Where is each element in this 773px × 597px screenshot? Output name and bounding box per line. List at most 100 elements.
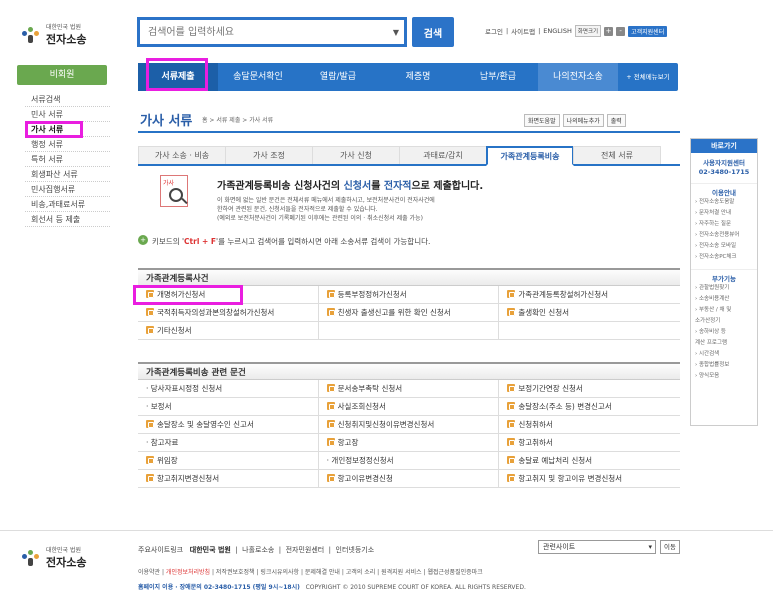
customer-center-link[interactable]: 고객지원센터 — [628, 25, 668, 37]
document-label: · 당사자표시정정 신청서 — [146, 384, 223, 393]
info-text: 이 화면에 없는 일반 문건은 전체서류 메뉴에서 제출하시고, 보전처분사건이… — [217, 197, 435, 204]
left-nav-item[interactable]: 민사 서류 — [25, 107, 110, 122]
quick-link[interactable]: › 송하비상 등 — [691, 327, 757, 338]
document-link[interactable]: 국적취득자의성과본의창설허가신청서 — [138, 304, 319, 322]
chevron-down-icon[interactable]: ▼ — [388, 28, 404, 37]
zoom-in-button[interactable]: + — [604, 26, 614, 36]
quick-link[interactable]: › 자주하는 질문 — [691, 219, 757, 230]
related-sites-select[interactable]: 관련사이트 ▾ — [538, 540, 656, 554]
left-nav-item[interactable]: 회생파산 서류 — [25, 167, 110, 182]
document-link[interactable]: 출생확인 신청서 — [499, 304, 680, 322]
footer-link[interactable]: 나홀로소송 — [242, 546, 274, 554]
menu-item-document-submit[interactable]: 서류제출 — [138, 63, 218, 91]
tab-family-mediation[interactable]: 가사 조정 — [225, 146, 313, 164]
footer-divider — [0, 530, 773, 531]
sitemap-link[interactable]: 사이트맵 — [511, 26, 535, 36]
document-label: 송달장소(주소 등) 변경신고서 — [518, 402, 612, 411]
left-nav-item[interactable]: 비송,과태료서류 — [25, 197, 110, 212]
left-nav-item[interactable]: 민사집행서류 — [25, 182, 110, 197]
footer-link[interactable]: 전자민원센터 — [286, 546, 325, 554]
quick-link[interactable]: › 관할법원찾기 — [691, 283, 757, 294]
tab-family-litigation[interactable]: 가사 소송 · 비송 — [138, 146, 226, 164]
footer-link[interactable]: 대한민국 법원 — [190, 546, 231, 554]
search-button[interactable]: 검색 — [412, 17, 454, 47]
document-link[interactable]: 송달장소(주소 등) 변경신고서 — [499, 398, 680, 416]
document-link[interactable]: 위임장 — [138, 452, 319, 470]
search-input[interactable] — [140, 20, 388, 44]
document-icon — [146, 308, 154, 316]
document-icon — [326, 308, 335, 316]
left-nav-item[interactable]: 회선서 등 제출 — [25, 212, 110, 227]
document-label: · 보정서 — [146, 402, 172, 411]
help-button[interactable]: 화면도움말 — [524, 114, 560, 127]
info-text: 한하여 관련된 문건, 신청서들을 전자적으로 제출할 수 있습니다. — [217, 206, 378, 213]
document-link[interactable]: 개명허가신청서 — [138, 286, 319, 304]
document-link[interactable]: 항고이유변경신청 — [318, 470, 500, 488]
menu-item-view[interactable]: 열람/발급 — [298, 63, 378, 91]
quick-link[interactable]: 계산 프로그램 — [691, 338, 757, 349]
document-link[interactable]: 항고장 — [318, 434, 500, 452]
main-menu: 서류제출 송달문서확인 열람/발급 제증명 납부/환급 나의전자소송 + 전체메… — [138, 63, 678, 91]
document-link[interactable]: · 개인정보정정신청서 — [318, 452, 500, 470]
tab-family-registration[interactable]: 가족관계등록비송 — [486, 146, 574, 166]
quick-link[interactable]: › 양식모음 — [691, 371, 757, 382]
document-link[interactable]: 신청취하서 — [499, 416, 680, 434]
quick-link[interactable]: › 전자소송도움말 — [691, 197, 757, 208]
document-link[interactable]: · 당사자표시정정 신청서 — [138, 380, 319, 398]
page-title: 가사 서류 — [140, 114, 193, 129]
document-link[interactable]: · 참고자료 — [138, 434, 319, 452]
left-nav-item-active[interactable]: 가사 서류 — [25, 122, 110, 137]
document-icon — [507, 474, 516, 482]
quick-link[interactable]: › 시간검색 — [691, 349, 757, 360]
tab-all-documents[interactable]: 전체 서류 — [573, 146, 661, 164]
quick-link[interactable]: › 전자소송 모바일 — [691, 241, 757, 252]
menu-item-certificate[interactable]: 제증명 — [378, 63, 458, 91]
document-link[interactable]: 항고취지변경신청서 — [138, 470, 319, 488]
document-icon — [326, 290, 335, 298]
document-link[interactable]: 송달장소 및 송달영수인 신고서 — [138, 416, 319, 434]
go-button[interactable]: 이동 — [660, 540, 680, 554]
quick-link[interactable]: › 종합법률정보 — [691, 360, 757, 371]
quick-link[interactable]: › 전자소송전용뷰어 — [691, 230, 757, 241]
tab-family-application[interactable]: 가사 신청 — [312, 146, 400, 164]
footer-site-links: 주요사이트링크 대한민국 법원 | 나홀로소송 | 전자민원센터 | 인터넷등기… — [138, 546, 375, 554]
document-link[interactable]: 송달료 예납처리 신청서 — [499, 452, 680, 470]
quick-link[interactable]: › 전자소송PC체크 — [691, 252, 757, 263]
document-link[interactable]: · 보정서 — [138, 398, 319, 416]
footer-logo-subtitle: 대한민국 법원 — [46, 547, 82, 554]
quick-link[interactable]: 소가산정기 — [691, 316, 757, 327]
left-nav-item[interactable]: 서류검색 — [25, 92, 110, 107]
add-my-menu-button[interactable]: 나의메뉴추가 — [562, 114, 604, 127]
document-link[interactable]: 기타신청서 — [138, 322, 319, 340]
login-link[interactable]: 로그인 — [485, 26, 503, 36]
document-link[interactable]: 보정기간연장 신청서 — [499, 380, 680, 398]
document-link[interactable]: 항고취하서 — [499, 434, 680, 452]
quick-link[interactable]: › 문자처결 안내 — [691, 208, 757, 219]
menu-item-my[interactable]: 나의전자소송 — [538, 63, 618, 91]
support-center-phone: 02-3480-1715 — [698, 168, 750, 176]
document-link[interactable]: 사실조회신청서 — [318, 398, 500, 416]
site-logo[interactable]: 대한민국 법원 전자소송 — [20, 22, 86, 47]
left-nav-item[interactable]: 행정 서류 — [25, 137, 110, 152]
document-icon — [326, 384, 335, 392]
menu-item-all[interactable]: + 전체메뉴보기 — [618, 63, 678, 91]
left-nav-item[interactable]: 특허 서류 — [25, 152, 110, 167]
document-link[interactable]: 가족관계등록창설허가신청서 — [499, 286, 680, 304]
document-link[interactable]: 등록부정정허가신청서 — [318, 286, 500, 304]
privacy-link[interactable]: 개인정보처리방침 — [166, 569, 210, 576]
quick-link[interactable]: › 부동산 / 채 및 — [691, 305, 757, 316]
document-link[interactable]: 항고취지 및 항고이유 변경신청서 — [499, 470, 680, 488]
english-link[interactable]: ENGLISH — [543, 27, 572, 35]
support-center-name[interactable]: 사용자지원센터 — [691, 159, 757, 168]
print-button[interactable]: 출력 — [606, 114, 626, 127]
document-link[interactable]: 친생자 출생신고를 위한 확인 신청서 — [318, 304, 500, 322]
quick-link[interactable]: › 소송비용계산 — [691, 294, 757, 305]
tab-fine-detention[interactable]: 과태료/감치 — [399, 146, 487, 164]
document-link[interactable]: 신청취지및신청이유변경신청서 — [318, 416, 500, 434]
menu-item-delivery[interactable]: 송달문서확인 — [218, 63, 298, 91]
chevron-down-icon: ▾ — [648, 543, 652, 551]
document-link[interactable]: 문서송부촉탁 신청서 — [318, 380, 500, 398]
menu-item-payment[interactable]: 납부/환급 — [458, 63, 538, 91]
zoom-out-button[interactable]: - — [616, 26, 626, 36]
footer-link[interactable]: 인터넷등기소 — [336, 546, 375, 554]
